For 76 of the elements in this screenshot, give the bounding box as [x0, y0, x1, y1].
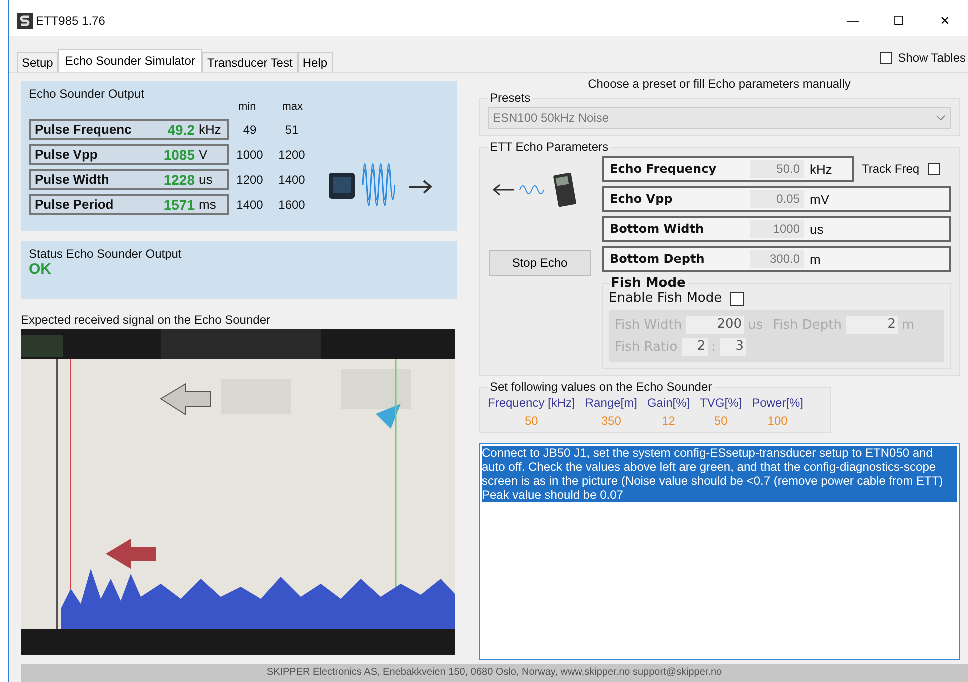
- parameter-unit: kHz: [810, 162, 832, 176]
- reading-label: Pulse Vpp: [35, 147, 99, 162]
- reading-unit: us: [199, 172, 214, 187]
- max-value: 1400: [278, 172, 306, 186]
- selected-text: Connect to JB50 J1, set the system config-ESsetup-transducer setup to ETN050 and auto off. Check the values above left are green, and that the config-diagnostics-scope screen is as in the picture (Noise value should be <0.7 (remove power cable from ETT) Peak value should be 0.07: [482, 446, 957, 502]
- min-value: 1400: [236, 198, 264, 212]
- enable-fish-mode-checkbox[interactable]: [730, 292, 744, 306]
- group-title: Presets: [489, 91, 532, 105]
- status-value: OK: [29, 261, 52, 278]
- tab[interactable]: Transducer Test: [202, 52, 298, 72]
- tab[interactable]: Help: [298, 52, 332, 72]
- group-title: Echo Sounder Output: [29, 87, 146, 101]
- setting-label: Range[m]: [585, 396, 638, 410]
- parameter-label: Echo Vpp: [610, 192, 674, 206]
- reading-label: Pulse Frequenc: [35, 122, 133, 137]
- reading-value: 1571: [164, 196, 195, 212]
- parameter-label: Echo Frequency: [610, 162, 718, 176]
- reading-value: 1228: [164, 172, 195, 188]
- min-value: 1000: [236, 148, 264, 162]
- group-title: Fish Mode: [610, 276, 687, 291]
- instruction-heading: Choose a preset or fill Echo parameters manually: [587, 77, 852, 91]
- show-tables-checkbox[interactable]: [880, 52, 892, 64]
- setting-label: Power[%]: [752, 396, 804, 410]
- tab[interactable]: Setup: [17, 52, 58, 72]
- group-title: Status Echo Sounder Output: [29, 247, 183, 261]
- ratio-separator: :: [712, 340, 716, 354]
- reading-value: 1085: [164, 146, 195, 162]
- parameter-unit: m: [810, 252, 821, 266]
- picture-caption: Expected received signal on the Echo Sounder: [21, 313, 272, 327]
- checkbox-label: Track Freq: [862, 162, 920, 176]
- parameter-unit: mV: [810, 192, 830, 206]
- max-value: 1600: [278, 198, 306, 212]
- fish-width-field[interactable]: 200: [686, 316, 744, 334]
- parameter-field[interactable]: 1000: [750, 220, 804, 238]
- checkbox-label: Enable Fish Mode: [609, 291, 722, 306]
- max-value: 51: [284, 122, 300, 136]
- app-logo-icon: [17, 13, 33, 29]
- max-value: 1200: [278, 148, 306, 162]
- reading-value: 49.2: [168, 122, 195, 138]
- reading-label: Pulse Width: [35, 172, 110, 187]
- parameter-label: Bottom Width: [610, 222, 706, 236]
- column-header: max: [282, 101, 303, 113]
- presets-dropdown[interactable]: ESN100 50kHz Noise: [488, 107, 951, 129]
- tab[interactable]: Echo Sounder Simulator: [58, 49, 202, 72]
- min-value: 49: [242, 122, 258, 136]
- setting-value: 50: [525, 414, 538, 428]
- setting-label: TVG[%]: [700, 396, 742, 410]
- group-title: Set following values on the Echo Sounder: [489, 380, 714, 394]
- ratio-field[interactable]: 3: [720, 338, 746, 356]
- checkbox-label: Show Tables: [898, 51, 966, 65]
- parameter-field[interactable]: 50.0: [750, 160, 804, 178]
- chevron-down-icon: [936, 115, 946, 121]
- reading-unit: V: [199, 147, 209, 162]
- window-title: ETT985 1.76: [36, 14, 106, 28]
- min-value: 1200: [236, 172, 264, 186]
- setting-label: Frequency [kHz]: [488, 396, 576, 410]
- fish-depth-field[interactable]: 2: [846, 316, 898, 334]
- parameter-field[interactable]: 0.05: [750, 190, 804, 208]
- reading-unit: kHz: [199, 122, 222, 137]
- column-header: min: [238, 101, 256, 113]
- track-freq-checkbox[interactable]: [928, 163, 940, 175]
- stop-echo-button[interactable]: Stop Echo: [489, 250, 591, 276]
- ratio-field[interactable]: 2: [682, 338, 708, 356]
- reading-unit: ms: [199, 197, 218, 212]
- notes-textarea[interactable]: [479, 443, 960, 660]
- parameter-unit: us: [810, 222, 824, 236]
- setting-value: 12: [662, 414, 676, 428]
- setting-value: 50: [714, 414, 728, 428]
- setting-value: 100: [768, 414, 788, 428]
- setting-value: 350: [601, 414, 622, 428]
- status-bar: SKIPPER Electronics AS, Enebakkveien 150, 0680 Oslo, Norway, www.skipper.no support@skipper.no: [21, 664, 968, 682]
- parameter-label: Bottom Depth: [610, 252, 706, 266]
- parameter-field[interactable]: 300.0: [750, 250, 804, 268]
- reading-label: Pulse Period: [35, 197, 115, 212]
- setting-label: Gain[%]: [647, 396, 690, 410]
- group-title: ETT Echo Parameters: [489, 140, 610, 154]
